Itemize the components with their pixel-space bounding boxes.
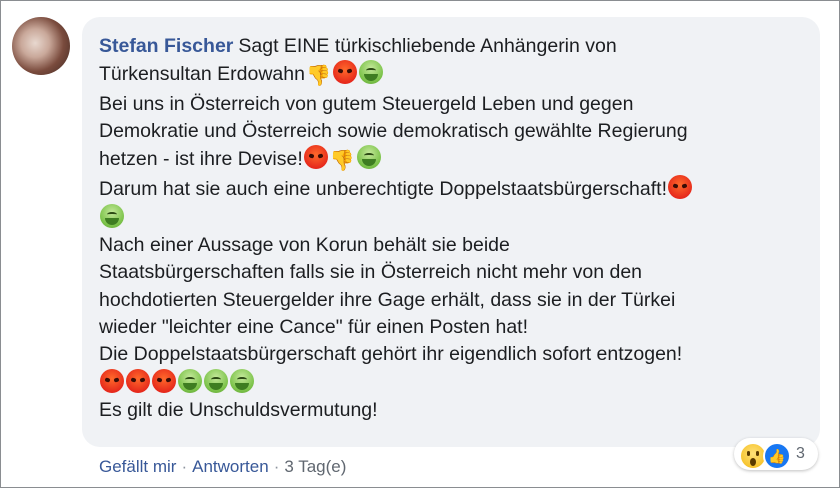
- like-reaction-icon: 👍: [763, 442, 791, 470]
- comment-line-4: Demokratie und Österreich sowie demokrat…: [99, 119, 688, 142]
- comment-line-12: Es gilt die Unschuldsvermutung!: [99, 398, 378, 421]
- author-name-link[interactable]: Stefan Fischer: [99, 35, 233, 57]
- comment-line-1: Sagt EINE türkischliebende Anhängerin vo…: [238, 35, 617, 57]
- angry-face-icon: [332, 60, 357, 85]
- comment-line-11: Die Doppelstaatsbürgerschaft gehört ihr …: [99, 343, 683, 366]
- angry-face-icon: [303, 145, 328, 170]
- comment-frame: Stefan Fischer Sagt EINE türkischliebende…: [0, 0, 840, 488]
- angry-face-icon: [668, 175, 693, 200]
- nauseated-face-icon: [100, 203, 124, 228]
- comment-actions: Gefällt mir · Antworten · 3 Tag(e): [99, 457, 346, 477]
- comment-line-10: wieder "leichter eine Cance" für einen P…: [99, 315, 529, 338]
- separator: ·: [273, 457, 280, 476]
- comment-line-7: Nach einer Aussage von Korun behält sie …: [99, 234, 510, 257]
- separator: ·: [181, 457, 188, 476]
- timestamp[interactable]: 3 Tag(e): [284, 457, 346, 476]
- like-link[interactable]: Gefällt mir: [99, 457, 176, 476]
- comment-line-9: hochdotierten Steuergelder ihre Gage erh…: [99, 288, 676, 311]
- comment-line-5: hetzen - ist ihre Devise!: [99, 148, 303, 171]
- nauseated-face-icon: [356, 145, 381, 170]
- thumbs-down-icon: 👎: [329, 150, 355, 173]
- reaction-count: 3: [796, 445, 805, 462]
- comment-bubble: Stefan Fischer Sagt EINE türkischliebende…: [82, 17, 820, 447]
- nauseated-face-icon: [230, 368, 254, 393]
- angry-face-icon: [152, 368, 176, 393]
- comment-body: Stefan Fischer Sagt EINE türkischliebende…: [99, 33, 802, 424]
- nauseated-face-icon: [358, 60, 383, 85]
- comment-line-3: Bei uns in Österreich von gutem Steuerge…: [99, 92, 634, 115]
- reply-link[interactable]: Antworten: [192, 457, 269, 476]
- nauseated-face-icon: [178, 368, 202, 393]
- nauseated-face-icon: [204, 368, 228, 393]
- angry-face-icon: [126, 368, 150, 393]
- reactions-summary[interactable]: 👍 3: [734, 438, 818, 470]
- comment-line-6: Darum hat sie auch eine unberechtigte Do…: [99, 178, 668, 201]
- comment-line-2: Türkensultan Erdowahn: [99, 63, 305, 86]
- thumbs-down-icon: 👎: [305, 65, 331, 88]
- comment-line-8: Staatsbürgerschaften falls sie in Österr…: [99, 261, 643, 284]
- avatar[interactable]: [12, 17, 70, 75]
- angry-face-icon: [100, 368, 124, 393]
